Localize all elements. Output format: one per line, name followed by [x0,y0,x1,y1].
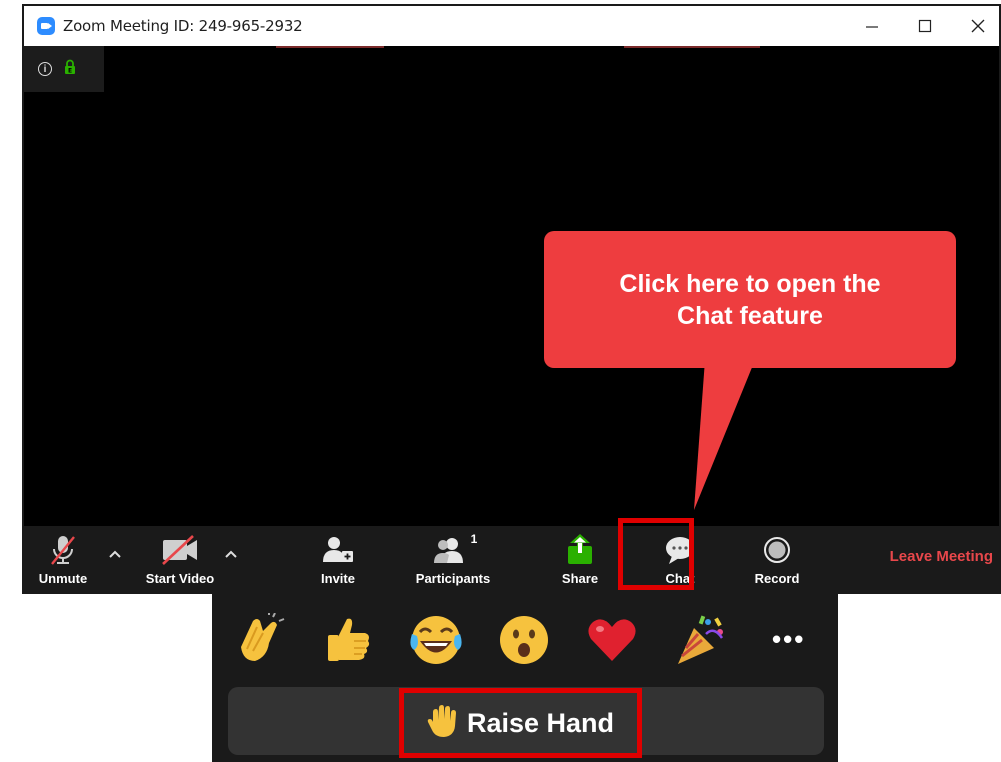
svg-text:E: E [68,67,72,74]
zoom-logo-icon [37,17,55,35]
raise-hand-button[interactable]: Raise Hand [399,688,642,758]
share-label: Share [561,571,599,586]
raise-hand-label: Raise Hand [466,707,615,738]
info-icon[interactable]: i [38,62,52,76]
close-icon [971,19,985,33]
clap-emoji-icon[interactable] [232,612,288,668]
video-options-caret[interactable] [224,546,238,562]
meeting-info-bar: i E [24,46,104,92]
active-speaker-stripe [276,46,384,48]
audio-options-caret[interactable] [108,546,122,562]
maximize-button[interactable] [902,6,948,46]
minimize-icon [866,26,878,28]
callout-line-1: Click here to open the [619,269,881,298]
lock-icon[interactable]: E [64,59,76,80]
close-button[interactable] [955,6,1001,46]
video-off-icon [160,533,200,567]
invite-button[interactable]: Invite [308,526,368,592]
surprised-emoji-icon[interactable] [496,612,552,668]
unmute-label: Unmute [38,571,88,586]
minimize-button[interactable] [849,6,895,46]
add-person-icon [321,533,355,567]
chat-highlight-box [618,518,694,590]
start-video-button[interactable]: Start Video [130,526,230,592]
reactions-panel: ••• Raise Hand [212,594,838,762]
unmute-button[interactable]: Unmute [28,526,98,592]
participants-button[interactable]: 1 Participants [408,526,498,592]
participants-icon: 1 [429,532,478,567]
leave-meeting-button[interactable]: Leave Meeting [890,548,993,565]
maximize-icon [918,19,932,33]
callout-pointer [694,360,755,510]
record-icon [762,533,792,567]
share-screen-icon [565,533,595,567]
chat-callout: Click here to open the Chat feature [544,231,956,368]
start-video-label: Start Video [145,571,215,586]
chevron-up-icon [109,550,121,558]
record-label: Record [754,571,800,586]
participant-count: 1 [470,532,478,546]
tears-of-joy-emoji-icon[interactable] [408,612,464,668]
share-button[interactable]: Share [550,526,610,592]
thumbs-up-emoji-icon[interactable] [320,612,376,668]
title-bar: Zoom Meeting ID: 249-965-2932 [24,6,999,46]
chevron-up-icon [225,550,237,558]
party-popper-emoji-icon[interactable] [672,612,728,668]
raised-hand-emoji-icon [427,704,457,743]
heart-emoji-icon[interactable] [584,612,640,668]
record-button[interactable]: Record [744,526,810,592]
muted-microphone-icon [48,533,78,567]
invite-label: Invite [321,571,355,586]
window-title: Zoom Meeting ID: 249-965-2932 [63,17,303,35]
more-reactions-button[interactable]: ••• [772,624,805,655]
participants-label: Participants [415,571,491,586]
meeting-toolbar: Unmute Start Video Invite 1 Participants… [24,526,999,592]
callout-line-2: Chat feature [677,301,823,330]
active-speaker-stripe [624,46,760,48]
